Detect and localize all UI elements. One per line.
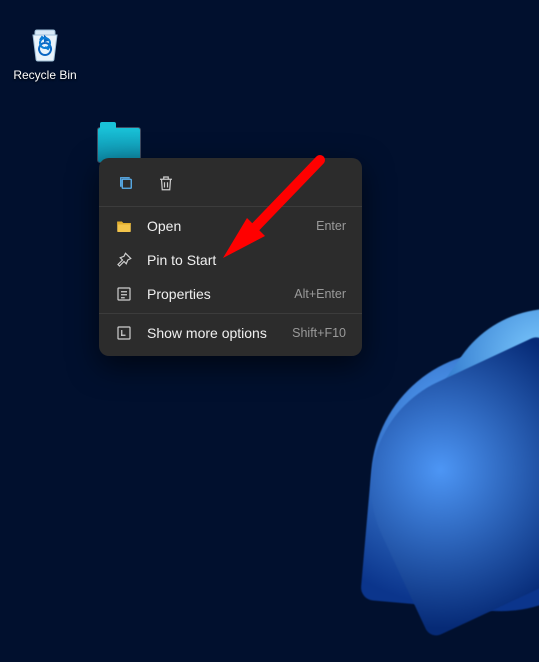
properties-icon — [115, 285, 133, 303]
recycle-bin-label: Recycle Bin — [10, 68, 80, 82]
menu-item-show-more-options[interactable]: Show more options Shift+F10 — [99, 316, 362, 350]
folder-icon — [115, 217, 133, 235]
menu-item-label: Pin to Start — [147, 252, 332, 268]
menu-item-open[interactable]: Open Enter — [99, 209, 362, 243]
context-menu-toolbar — [99, 164, 362, 204]
menu-item-label: Open — [147, 218, 302, 234]
recycle-bin-desktop-icon[interactable]: Recycle Bin — [10, 22, 80, 82]
menu-item-shortcut: Enter — [316, 219, 346, 233]
recycle-bin-icon — [24, 22, 66, 64]
menu-item-shortcut: Alt+Enter — [294, 287, 346, 301]
context-menu: Open Enter Pin to Start Properties Alt+E… — [99, 158, 362, 356]
open-in-new-window-icon[interactable] — [115, 172, 137, 194]
pin-icon — [115, 251, 133, 269]
menu-item-label: Properties — [147, 286, 280, 302]
menu-item-label: Show more options — [147, 325, 278, 341]
menu-item-properties[interactable]: Properties Alt+Enter — [99, 277, 362, 311]
selected-folder-icon[interactable] — [98, 128, 140, 162]
show-more-icon — [115, 324, 133, 342]
menu-separator — [99, 206, 362, 207]
delete-icon[interactable] — [155, 172, 177, 194]
menu-item-pin-to-start[interactable]: Pin to Start — [99, 243, 362, 277]
menu-item-shortcut: Shift+F10 — [292, 326, 346, 340]
menu-separator — [99, 313, 362, 314]
